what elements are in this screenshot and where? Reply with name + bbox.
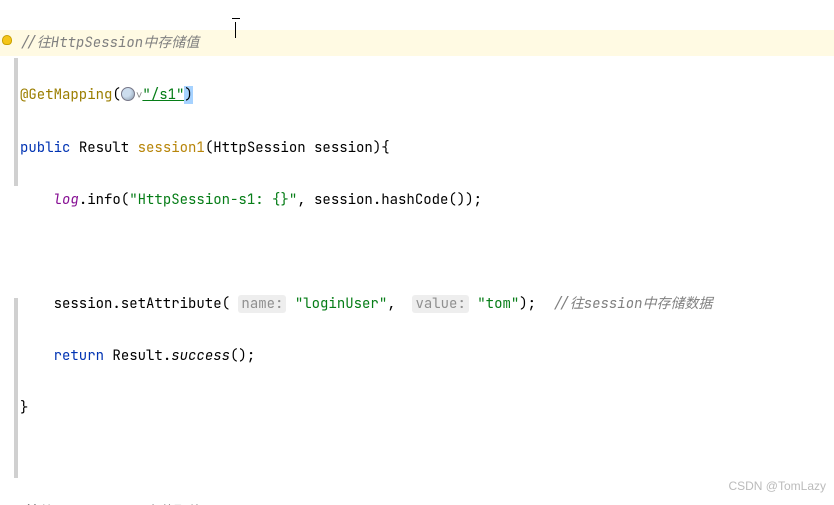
method-name: session1 [138,139,205,157]
string: "loginUser" [295,295,387,313]
field-ref: log [54,191,79,209]
string: "tom" [477,295,519,313]
type: Result [79,139,129,157]
text-caret [235,22,237,38]
text: session.setAttribute( [54,295,230,313]
watermark: CSDN @TomLazy [728,473,826,499]
text: , [387,295,404,313]
static-method: success [171,347,230,365]
text: .info( [79,191,129,209]
method-fold-gutter[interactable] [14,298,18,478]
text: (HttpSession session){ [205,139,390,157]
globe-icon[interactable] [121,87,135,101]
param-hint: value: [412,295,468,313]
keyword: public [20,139,70,157]
param-hint: name: [238,295,286,313]
comment: //往session中存储数据 [553,295,713,313]
string: "HttpSession-s1: {}" [129,191,297,209]
comment: //往HttpSession中存储值 [20,34,199,52]
url-mapping-link[interactable]: "/s1" [142,86,184,104]
text: ( [112,86,120,104]
keyword: return [54,347,104,365]
method-fold-gutter[interactable] [14,58,18,186]
text: Result. [104,347,171,365]
text: (); [230,347,255,365]
text: ); [519,295,536,313]
intention-bulb-icon[interactable] [2,35,14,47]
code-editor[interactable]: //往HttpSession中存储值 @GetMapping(˅"/s1") p… [0,0,834,505]
annotation: @GetMapping [20,86,112,104]
brace: } [20,399,28,417]
text: , session.hashCode()); [297,191,482,209]
selection: ) [184,86,192,104]
